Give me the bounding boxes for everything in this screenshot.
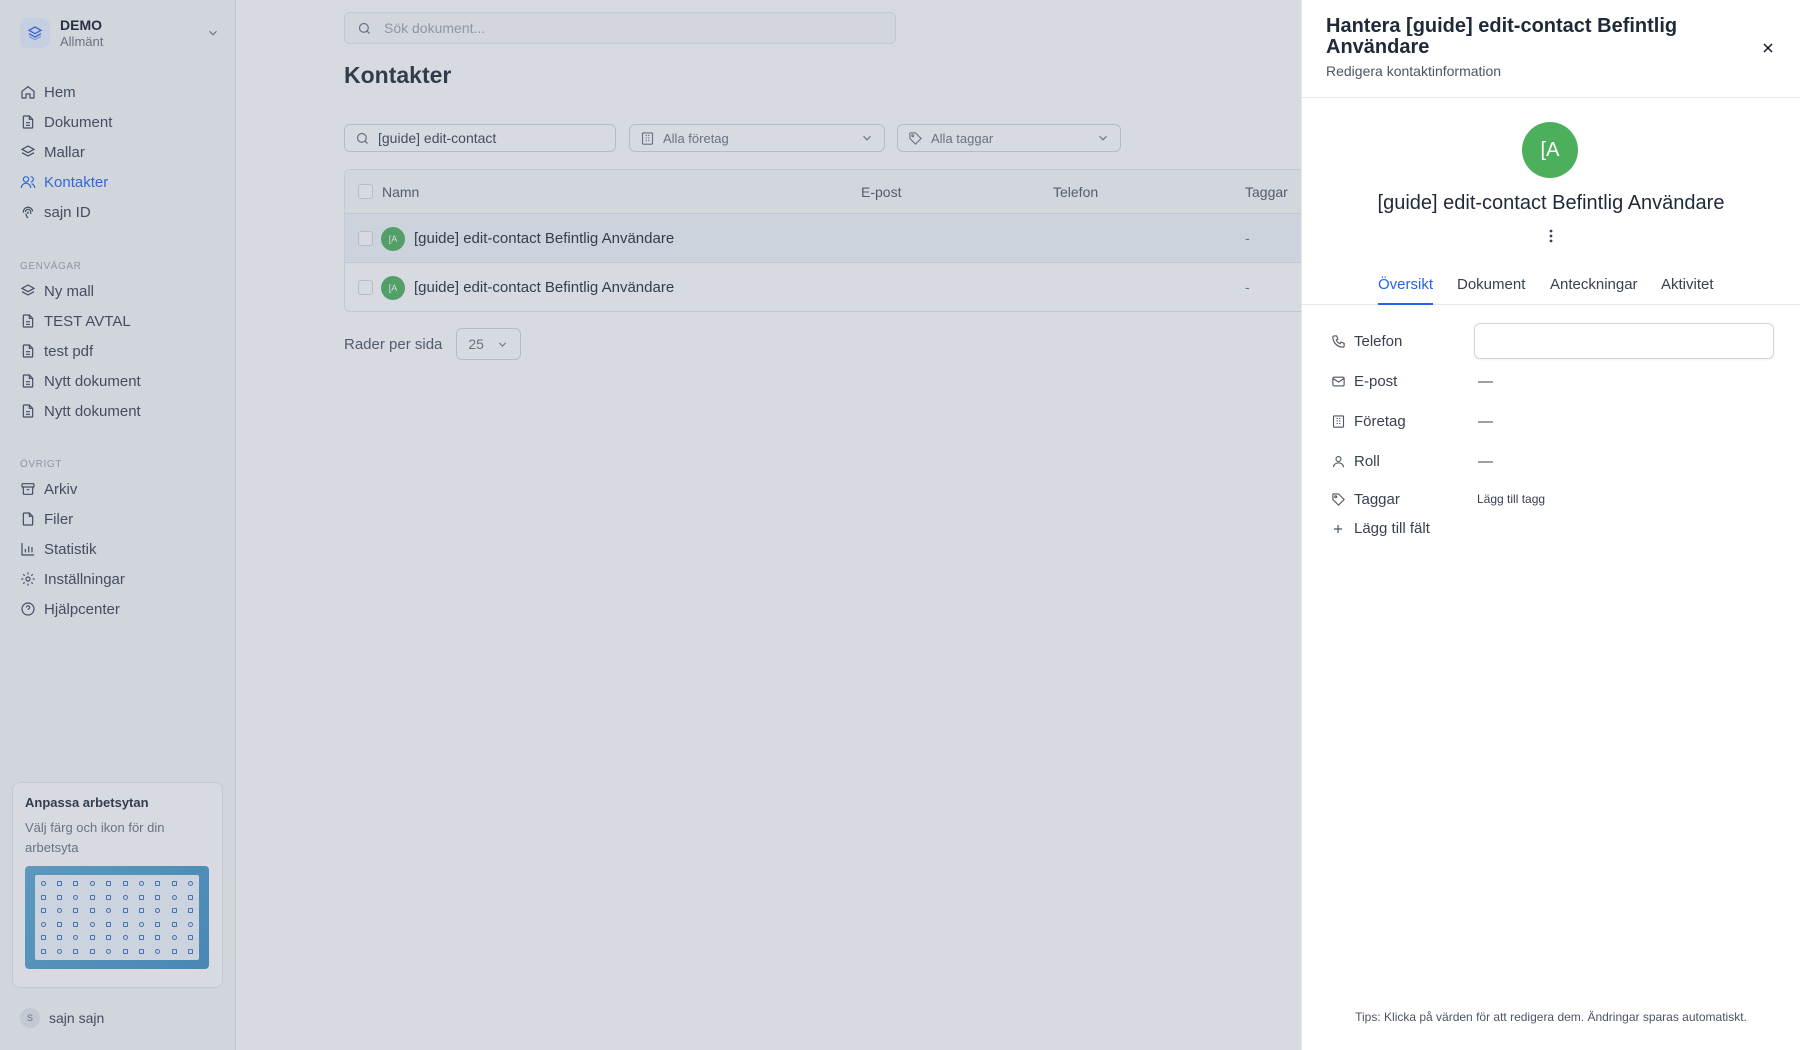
close-icon[interactable] — [1760, 40, 1776, 56]
tag-icon — [1330, 491, 1346, 507]
drawer-subtitle: Redigera kontaktinformation — [1326, 63, 1502, 79]
mail-icon — [1330, 373, 1346, 389]
field-label: Roll — [1354, 452, 1380, 470]
tab-anteckningar[interactable]: Anteckningar — [1550, 276, 1638, 305]
email-value[interactable]: — — [1478, 373, 1493, 390]
user-icon — [1330, 453, 1346, 469]
phone-input[interactable] — [1474, 323, 1774, 359]
phone-icon — [1330, 333, 1346, 349]
contact-drawer: Hantera [guide] edit-contact Befintlig A… — [1301, 0, 1800, 1050]
field-row-email: E-post — — [1330, 369, 1780, 393]
field-row-company: Företag — — [1330, 409, 1780, 433]
building-icon — [1330, 413, 1346, 429]
add-field-label: Lägg till fält — [1354, 520, 1430, 537]
company-value[interactable]: — — [1478, 413, 1493, 430]
more-vertical-icon[interactable] — [1546, 228, 1556, 244]
drawer-tip: Tips: Klicka på värden för att redigera … — [1355, 1010, 1747, 1024]
field-label: Taggar — [1354, 490, 1400, 508]
field-label: Företag — [1354, 412, 1406, 430]
drawer-title: Hantera [guide] edit-contact Befintlig A… — [1326, 15, 1678, 58]
field-label: E-post — [1354, 372, 1398, 390]
avatar: [A — [1522, 122, 1578, 178]
tab-oversikt[interactable]: Översikt — [1378, 276, 1434, 305]
drawer-tabs: Översikt Dokument Anteckningar Aktivitet — [1302, 276, 1800, 305]
divider — [1302, 97, 1800, 98]
add-tag-button[interactable]: Lägg till tagg — [1477, 492, 1545, 506]
add-field-button[interactable]: Lägg till fält — [1330, 520, 1430, 537]
plus-icon — [1330, 521, 1346, 537]
contact-name: [guide] edit-contact Befintlig Användare — [1377, 192, 1725, 214]
tab-dokument[interactable]: Dokument — [1457, 276, 1525, 305]
role-value[interactable]: — — [1478, 453, 1493, 470]
field-row-role: Roll — — [1330, 449, 1780, 473]
field-row-tags: Taggar — [1330, 487, 1780, 511]
field-label: Telefon — [1354, 332, 1403, 350]
tab-aktivitet[interactable]: Aktivitet — [1661, 276, 1714, 305]
